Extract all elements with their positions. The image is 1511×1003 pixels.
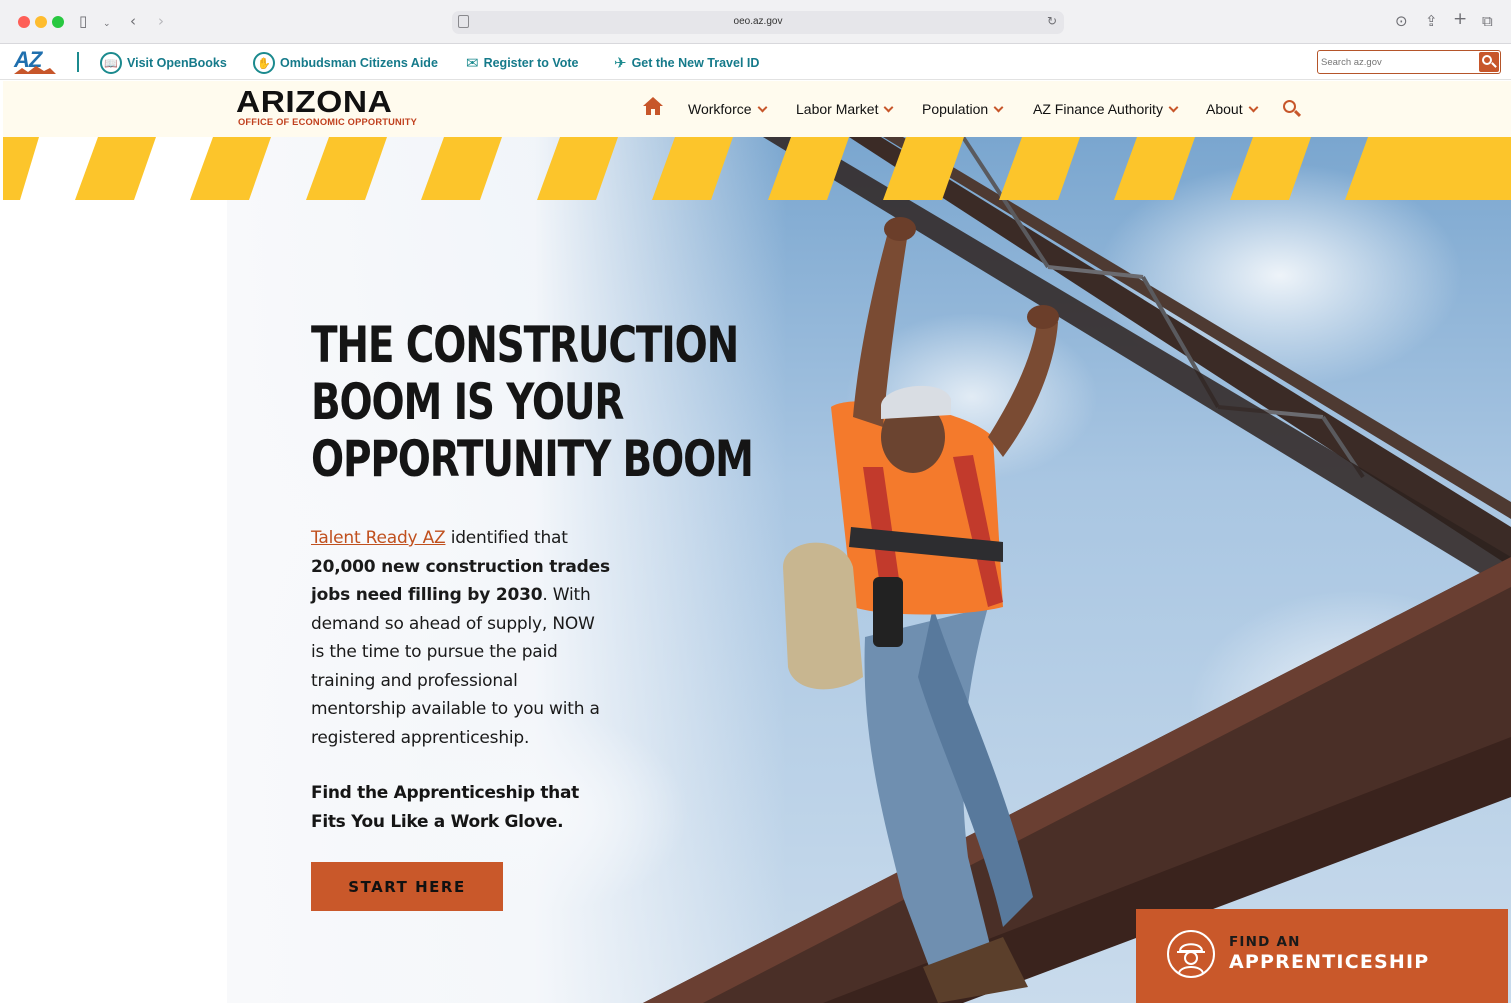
register-to-vote-link[interactable]: ✉ Register to Vote xyxy=(466,53,579,73)
plane-icon: ✈ xyxy=(614,54,627,72)
travel-id-label: Get the New Travel ID xyxy=(631,56,760,70)
hero-left-panel xyxy=(3,200,227,1003)
nav-labor-market[interactable]: Labor Market xyxy=(796,101,894,117)
home-icon[interactable] xyxy=(642,96,664,116)
nav-about-label: About xyxy=(1206,101,1243,117)
share-icon[interactable]: ⇪ xyxy=(1425,12,1438,30)
forward-icon[interactable]: › xyxy=(158,12,164,30)
body-after-link: identified that xyxy=(445,528,568,548)
find-card-line-2: APPRENTICESHIP xyxy=(1229,951,1430,973)
close-window-button[interactable] xyxy=(18,16,30,28)
book-icon: 📖 xyxy=(100,52,122,74)
chevron-down-icon xyxy=(884,102,894,112)
downloads-icon[interactable]: ⊙ xyxy=(1395,12,1408,30)
headline-line-2: BOOM IS YOUR xyxy=(311,373,624,431)
construction-worker-icon xyxy=(1167,930,1215,978)
browser-toolbar: ▯ ⌄ ‹ › oeo.az.gov ↻ ⊙ ⇪ + ⧉ xyxy=(0,0,1511,44)
nav-population[interactable]: Population xyxy=(922,101,1004,117)
visit-openbooks-label: Visit OpenBooks xyxy=(127,56,227,70)
address-bar[interactable]: oeo.az.gov ↻ xyxy=(452,11,1064,34)
nav-az-finance-authority[interactable]: AZ Finance Authority xyxy=(1033,101,1179,117)
hero-section xyxy=(3,137,1511,1003)
travel-id-link[interactable]: ✈ Get the New Travel ID xyxy=(614,53,759,73)
az-utility-bar: AZ 📖 Visit OpenBooks ✋ Ombudsman Citizen… xyxy=(0,44,1511,80)
hand-icon: ✋ xyxy=(253,52,275,74)
nav-labor-market-label: Labor Market xyxy=(796,101,879,117)
headline-line-1: THE CONSTRUCTION xyxy=(311,316,739,374)
mountain-icon xyxy=(14,66,56,74)
chevron-down-icon[interactable]: ⌄ xyxy=(103,15,111,33)
tab-overview-icon[interactable]: ⧉ xyxy=(1482,12,1493,30)
az-gov-logo[interactable]: AZ xyxy=(14,47,56,74)
headline-line-3: OPPORTUNITY BOOM xyxy=(311,430,754,488)
site-header: ARIZONA OFFICE OF ECONOMIC OPPORTUNITY W… xyxy=(3,81,1511,137)
back-icon[interactable]: ‹ xyxy=(130,12,136,30)
register-to-vote-label: Register to Vote xyxy=(483,56,579,70)
site-search-button[interactable] xyxy=(1283,100,1302,118)
body-period: . xyxy=(542,585,548,605)
nav-az-finance-authority-label: AZ Finance Authority xyxy=(1033,101,1163,117)
az-search-input[interactable] xyxy=(1321,53,1476,71)
nav-about[interactable]: About xyxy=(1206,101,1259,117)
chevron-down-icon xyxy=(757,102,767,112)
ombudsman-link[interactable]: ✋ Ombudsman Citizens Aide xyxy=(253,52,438,74)
az-search-button[interactable] xyxy=(1479,52,1499,72)
talent-ready-az-link[interactable]: Talent Ready AZ xyxy=(311,528,446,548)
utility-divider xyxy=(77,52,79,72)
chevron-down-icon xyxy=(993,102,1004,112)
visit-openbooks-link[interactable]: 📖 Visit OpenBooks xyxy=(100,52,227,74)
body-rest: With demand so ahead of supply, NOW is t… xyxy=(311,585,600,748)
brand-name: ARIZONA xyxy=(236,84,393,119)
hero-body-text: Talent Ready AZ identified that 20,000 n… xyxy=(311,524,611,752)
nav-workforce-label: Workforce xyxy=(688,101,752,117)
hero-headline: THE CONSTRUCTION BOOM IS YOUR OPPORTUNIT… xyxy=(311,316,754,488)
minimize-window-button[interactable] xyxy=(35,16,47,28)
ballot-icon: ✉ xyxy=(466,54,479,72)
start-here-button[interactable]: START HERE xyxy=(311,862,503,911)
sidebar-toggle-icon[interactable]: ▯ xyxy=(79,12,87,30)
construction-worker-photo xyxy=(643,137,1511,1003)
caution-stripes xyxy=(3,137,1511,200)
chevron-down-icon xyxy=(1248,102,1259,112)
address-text: oeo.az.gov xyxy=(733,16,783,27)
ombudsman-label: Ombudsman Citizens Aide xyxy=(280,56,438,70)
az-search-box xyxy=(1317,50,1501,74)
hero-cta-text: Find the Apprenticeship that Fits You Li… xyxy=(311,783,579,832)
find-apprenticeship-card[interactable]: FIND AN APPRENTICESHIP xyxy=(1136,909,1508,1003)
zoom-window-button[interactable] xyxy=(52,16,64,28)
nav-workforce[interactable]: Workforce xyxy=(688,101,767,117)
nav-population-label: Population xyxy=(922,101,989,117)
reload-icon[interactable]: ↻ xyxy=(1047,14,1057,28)
chevron-down-icon xyxy=(1168,102,1179,112)
find-card-line-1: FIND AN xyxy=(1229,934,1301,950)
new-tab-icon[interactable]: + xyxy=(1453,10,1467,28)
oeo-logo[interactable]: ARIZONA OFFICE OF ECONOMIC OPPORTUNITY xyxy=(236,86,417,127)
